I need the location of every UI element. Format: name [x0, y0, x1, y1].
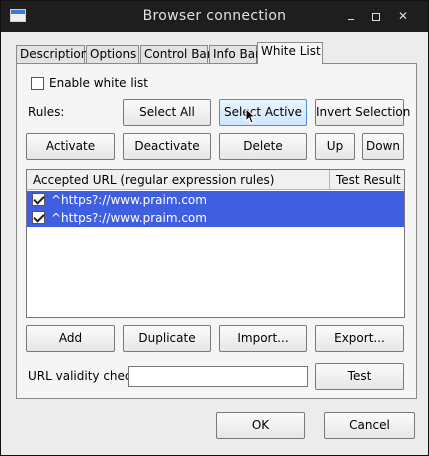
enable-white-list-label: Enable white list — [49, 76, 148, 90]
down-button[interactable]: Down — [362, 133, 404, 160]
enable-white-list-checkbox[interactable] — [31, 77, 44, 90]
up-button[interactable]: Up — [315, 133, 355, 160]
url-validity-input[interactable] — [128, 366, 308, 387]
title-bar[interactable]: Browser connection ✕ — [1, 1, 428, 32]
tab-control-bar[interactable]: Control Bar — [140, 45, 212, 64]
rules-label: Rules: — [28, 105, 65, 119]
row-url: ^https?://www.praim.com — [51, 193, 207, 207]
minimize-icon[interactable] — [343, 8, 359, 24]
tab-white-list[interactable]: White List — [257, 42, 323, 64]
browser-connection-window: Browser connection ✕ Description Options… — [0, 0, 429, 456]
tab-options[interactable]: Options — [86, 45, 139, 64]
table-row[interactable]: ^https?://www.praim.com — [27, 191, 404, 209]
table-header: Accepted URL (regular expression rules) … — [27, 170, 404, 190]
mouse-pointer-icon — [245, 108, 257, 124]
duplicate-button[interactable]: Duplicate — [123, 325, 211, 352]
window-title: Browser connection — [142, 8, 287, 24]
url-validity-check-label: URL validity check — [28, 369, 139, 383]
close-icon[interactable]: ✕ — [395, 8, 411, 24]
export-button[interactable]: Export... — [315, 325, 404, 352]
import-button[interactable]: Import... — [219, 325, 307, 352]
table-row[interactable]: ^https?://www.praim.com — [27, 209, 404, 227]
row-checkbox[interactable] — [32, 211, 45, 224]
tab-description[interactable]: Description — [16, 45, 88, 64]
url-rules-table[interactable]: Accepted URL (regular expression rules) … — [26, 169, 405, 318]
cancel-button[interactable]: Cancel — [324, 412, 415, 439]
invert-selection-button[interactable]: Invert Selection — [315, 99, 410, 126]
header-accepted-url[interactable]: Accepted URL (regular expression rules) — [27, 170, 330, 190]
delete-button[interactable]: Delete — [219, 133, 307, 160]
add-button[interactable]: Add — [26, 325, 115, 352]
tab-info-bar[interactable]: Info Bar — [209, 45, 260, 64]
test-button[interactable]: Test — [315, 363, 404, 390]
ok-button[interactable]: OK — [216, 412, 305, 439]
select-all-button[interactable]: Select All — [123, 99, 211, 126]
row-url: ^https?://www.praim.com — [51, 211, 207, 225]
maximize-icon[interactable] — [367, 8, 383, 24]
header-test-result[interactable]: Test Result — [330, 170, 404, 190]
select-active-button[interactable]: Select Active — [219, 99, 307, 126]
activate-button[interactable]: Activate — [26, 133, 115, 160]
deactivate-button[interactable]: Deactivate — [123, 133, 211, 160]
row-checkbox[interactable] — [32, 193, 45, 206]
